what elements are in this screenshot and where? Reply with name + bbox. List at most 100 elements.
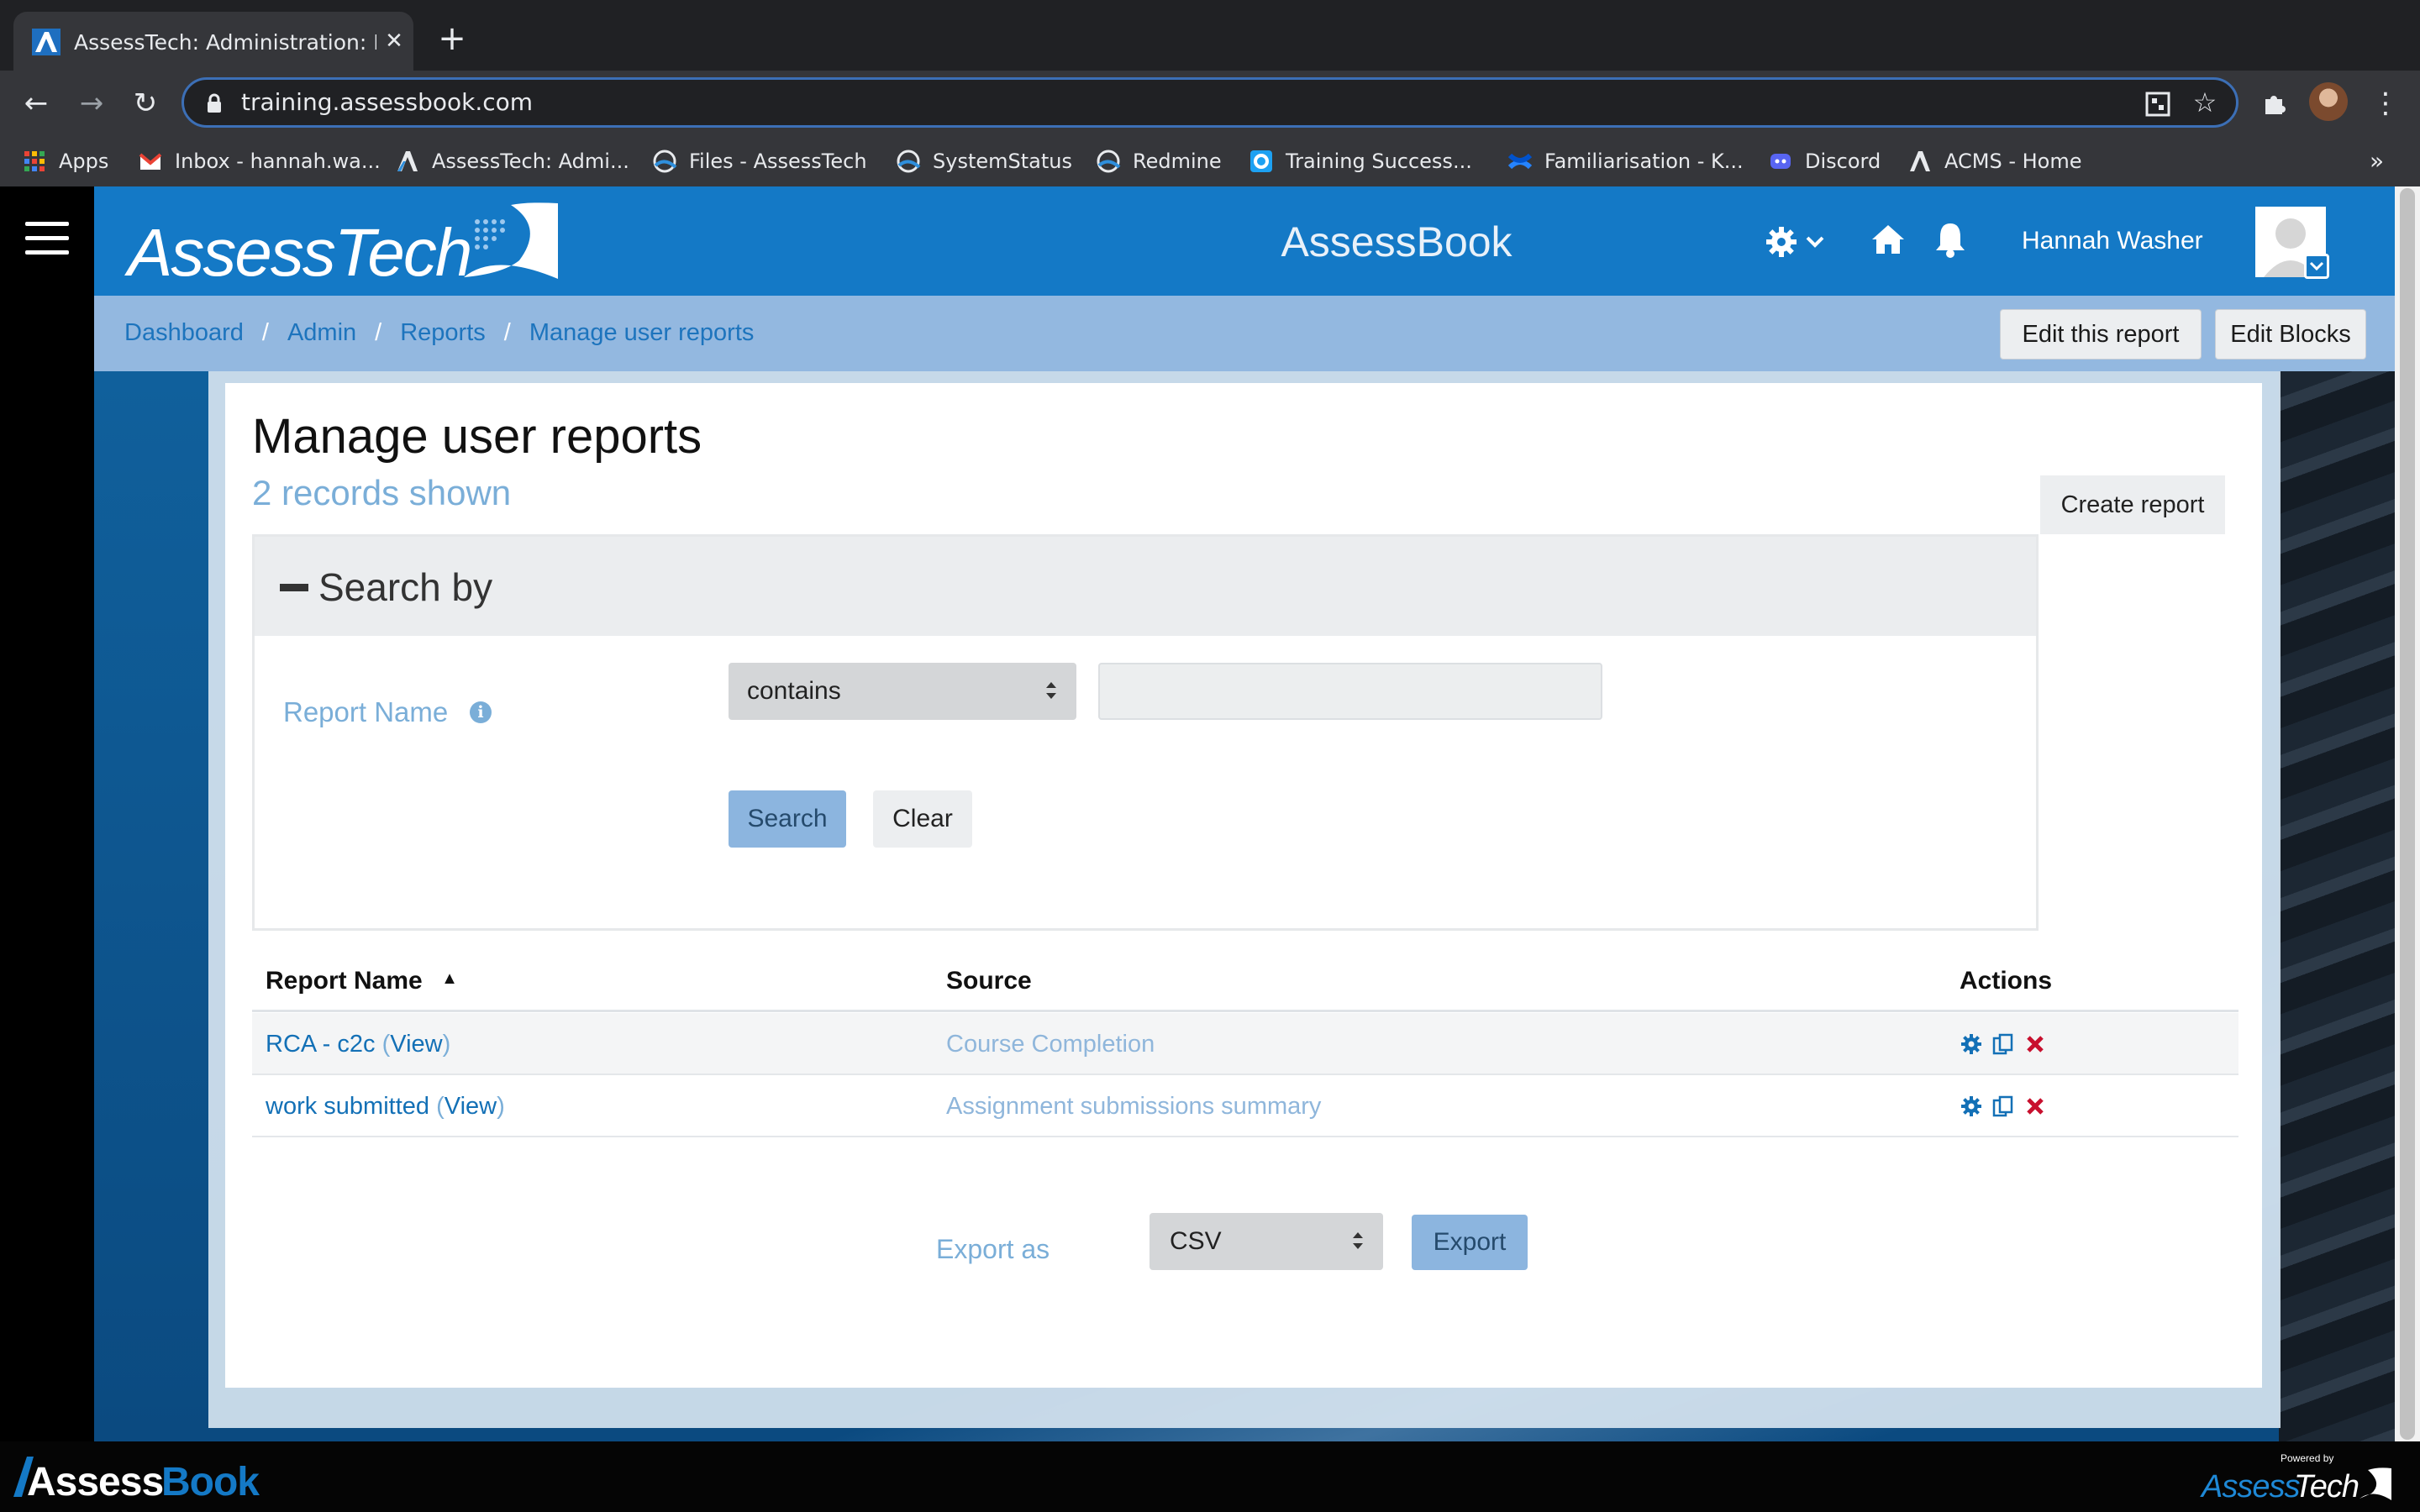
bookmark-discord[interactable]: Discord (1768, 143, 1881, 180)
assessbook-icon (1097, 150, 1121, 173)
bookmark-apps[interactable]: Apps (22, 143, 108, 180)
clear-button[interactable]: Clear (873, 790, 972, 848)
collapse-minus-icon[interactable] (280, 584, 308, 591)
main-content: Manage user reports 2 records shown Crea… (225, 383, 2262, 1388)
browser-tab[interactable]: AssessTech: Administration: Re ✕ (13, 12, 413, 71)
svg-text:Book: Book (161, 1460, 260, 1504)
notifications-bell-icon[interactable] (1933, 220, 1968, 259)
gmail-icon (139, 153, 162, 170)
url-text: training.assessbook.com (241, 88, 534, 116)
breadcrumb: Dashboard / Admin / Reports / Manage use… (124, 314, 754, 351)
bookmark-acms-home[interactable]: ACMS - Home (1907, 143, 2082, 180)
select-updown-icon (1353, 1232, 1363, 1249)
bookmark-systemstatus[interactable]: SystemStatus (896, 143, 1072, 180)
breadcrumb-separator: / (503, 318, 511, 346)
info-icon[interactable]: i (470, 701, 492, 723)
report-name-label: Report Name (283, 696, 449, 727)
profile-avatar[interactable] (2309, 82, 2348, 121)
column-header-source[interactable]: Source (946, 954, 1032, 1008)
bookmark-files[interactable]: Files - AssessTech (652, 143, 867, 180)
edit-this-report-button[interactable]: Edit this report (2000, 309, 2202, 360)
bookmark-label: ACMS - Home (1944, 150, 2082, 173)
breadcrumb-reports[interactable]: Reports (400, 319, 486, 347)
copy-icon[interactable] (1991, 1095, 2015, 1118)
user-name[interactable]: Hannah Washer (2022, 223, 2203, 259)
app-container: AssessTech AssessBook Hannah Washer Dash… (94, 186, 2395, 1441)
settings-gear-icon[interactable] (1960, 1032, 1983, 1056)
export-as-label: Export as (936, 1234, 1050, 1264)
svg-text:AssessTech: AssessTech (124, 215, 471, 286)
bookmarks-overflow-icon[interactable]: » (2370, 144, 2384, 178)
breadcrumb-dashboard[interactable]: Dashboard (124, 319, 244, 347)
export-button[interactable]: Export (1412, 1215, 1528, 1270)
delete-x-icon[interactable] (2023, 1095, 2047, 1118)
reload-icon[interactable]: ↻ (124, 82, 166, 124)
back-icon[interactable]: ← (15, 82, 57, 124)
bookmark-label: Apps (59, 150, 109, 173)
new-tab-icon[interactable]: + (435, 22, 469, 57)
bookmark-training-success[interactable]: Training Success... (1249, 143, 1472, 180)
column-header-report-name[interactable]: Report Name ▲ (266, 954, 458, 1008)
breadcrumb-manage-user-reports[interactable]: Manage user reports (529, 319, 755, 347)
svg-text:Tech: Tech (2294, 1469, 2359, 1504)
report-name-link[interactable]: RCA - c2c (266, 1031, 376, 1058)
assesstech-logo[interactable]: AssessTech (124, 198, 561, 286)
settings-menu[interactable] (1765, 223, 1837, 260)
source-cell[interactable]: Assignment submissions summary (946, 1075, 1321, 1137)
search-button[interactable]: Search (729, 790, 846, 848)
report-name-cell: work submitted (View) (266, 1093, 505, 1120)
bookmark-assesstech-admin[interactable]: AssessTech: Admi... (395, 143, 629, 180)
assesstech-icon (1910, 151, 1930, 171)
bookmark-label: SystemStatus (933, 150, 1072, 173)
bookmark-star-icon[interactable]: ☆ (2191, 88, 2219, 117)
table-row: RCA - c2c (View) Course Completion (252, 1013, 2238, 1075)
forward-icon[interactable]: → (71, 82, 113, 124)
bookmark-redmine[interactable]: Redmine (1096, 143, 1222, 180)
view-link[interactable]: View (390, 1031, 442, 1058)
view-link[interactable]: View (445, 1093, 497, 1120)
delete-x-icon[interactable] (2023, 1032, 2047, 1056)
report-name-input[interactable] (1098, 663, 1602, 720)
svg-text:Assess: Assess (2200, 1469, 2300, 1504)
assesstech-icon (397, 151, 418, 171)
scrollbar-thumb[interactable] (2400, 188, 2415, 1440)
source-cell[interactable]: Course Completion (946, 1013, 1155, 1075)
browser-menu-icon[interactable]: ⋮ (2371, 82, 2400, 124)
breadcrumb-separator: / (261, 318, 269, 346)
web-page: AssessTech AssessBook Hannah Washer Dash… (0, 186, 2420, 1441)
tab-close-icon[interactable]: ✕ (380, 27, 408, 55)
powered-by-assesstech-logo[interactable]: Powered by Assess Tech (2200, 1448, 2393, 1507)
user-menu-chevron-icon[interactable] (2304, 254, 2329, 279)
bookmark-familiarisation[interactable]: Familiarisation - K... (1507, 143, 1744, 180)
bookmark-label: Discord (1805, 150, 1881, 173)
export-format-select[interactable]: CSV (1150, 1213, 1383, 1270)
page-scrollbar[interactable] (2395, 186, 2420, 1441)
discord-icon (1770, 154, 1791, 169)
records-count: 2 records shown (252, 473, 512, 512)
breadcrumb-admin[interactable]: Admin (287, 319, 356, 347)
gear-icon (1766, 227, 1797, 257)
site-header: AssessTech AssessBook Hannah Washer (94, 186, 2395, 296)
extensions-puzzle-icon[interactable] (2260, 87, 2291, 118)
edit-blocks-button[interactable]: Edit Blocks (2215, 309, 2366, 360)
create-report-button[interactable]: Create report (2040, 475, 2225, 534)
home-icon[interactable] (1870, 222, 1906, 257)
apps-grid-icon (24, 151, 45, 171)
confluence-icon (1507, 153, 1533, 170)
settings-gear-icon[interactable] (1960, 1095, 1983, 1118)
bookmark-inbox[interactable]: Inbox - hannah.wa... (138, 143, 381, 180)
assessbook-logo[interactable]: Assess Book (12, 1450, 281, 1504)
copy-icon[interactable] (1991, 1032, 2015, 1056)
hamburger-menu-icon[interactable] (25, 222, 69, 259)
report-name-link[interactable]: work submitted (266, 1093, 429, 1120)
bookmark-label: Files - AssessTech (689, 150, 867, 173)
tab-title: AssessTech: Administration: Re (74, 30, 376, 55)
operator-select[interactable]: contains (729, 663, 1076, 720)
address-bar[interactable]: training.assessbook.com ☆ (182, 77, 2238, 128)
search-panel-header[interactable]: Search by (255, 537, 2036, 636)
assessbook-icon (897, 150, 921, 173)
browser-tabstrip: AssessTech: Administration: Re ✕ + (0, 0, 2420, 71)
table-header-divider (252, 1010, 2238, 1012)
qr-code-icon[interactable] (2145, 92, 2170, 117)
operator-value: contains (747, 677, 841, 705)
